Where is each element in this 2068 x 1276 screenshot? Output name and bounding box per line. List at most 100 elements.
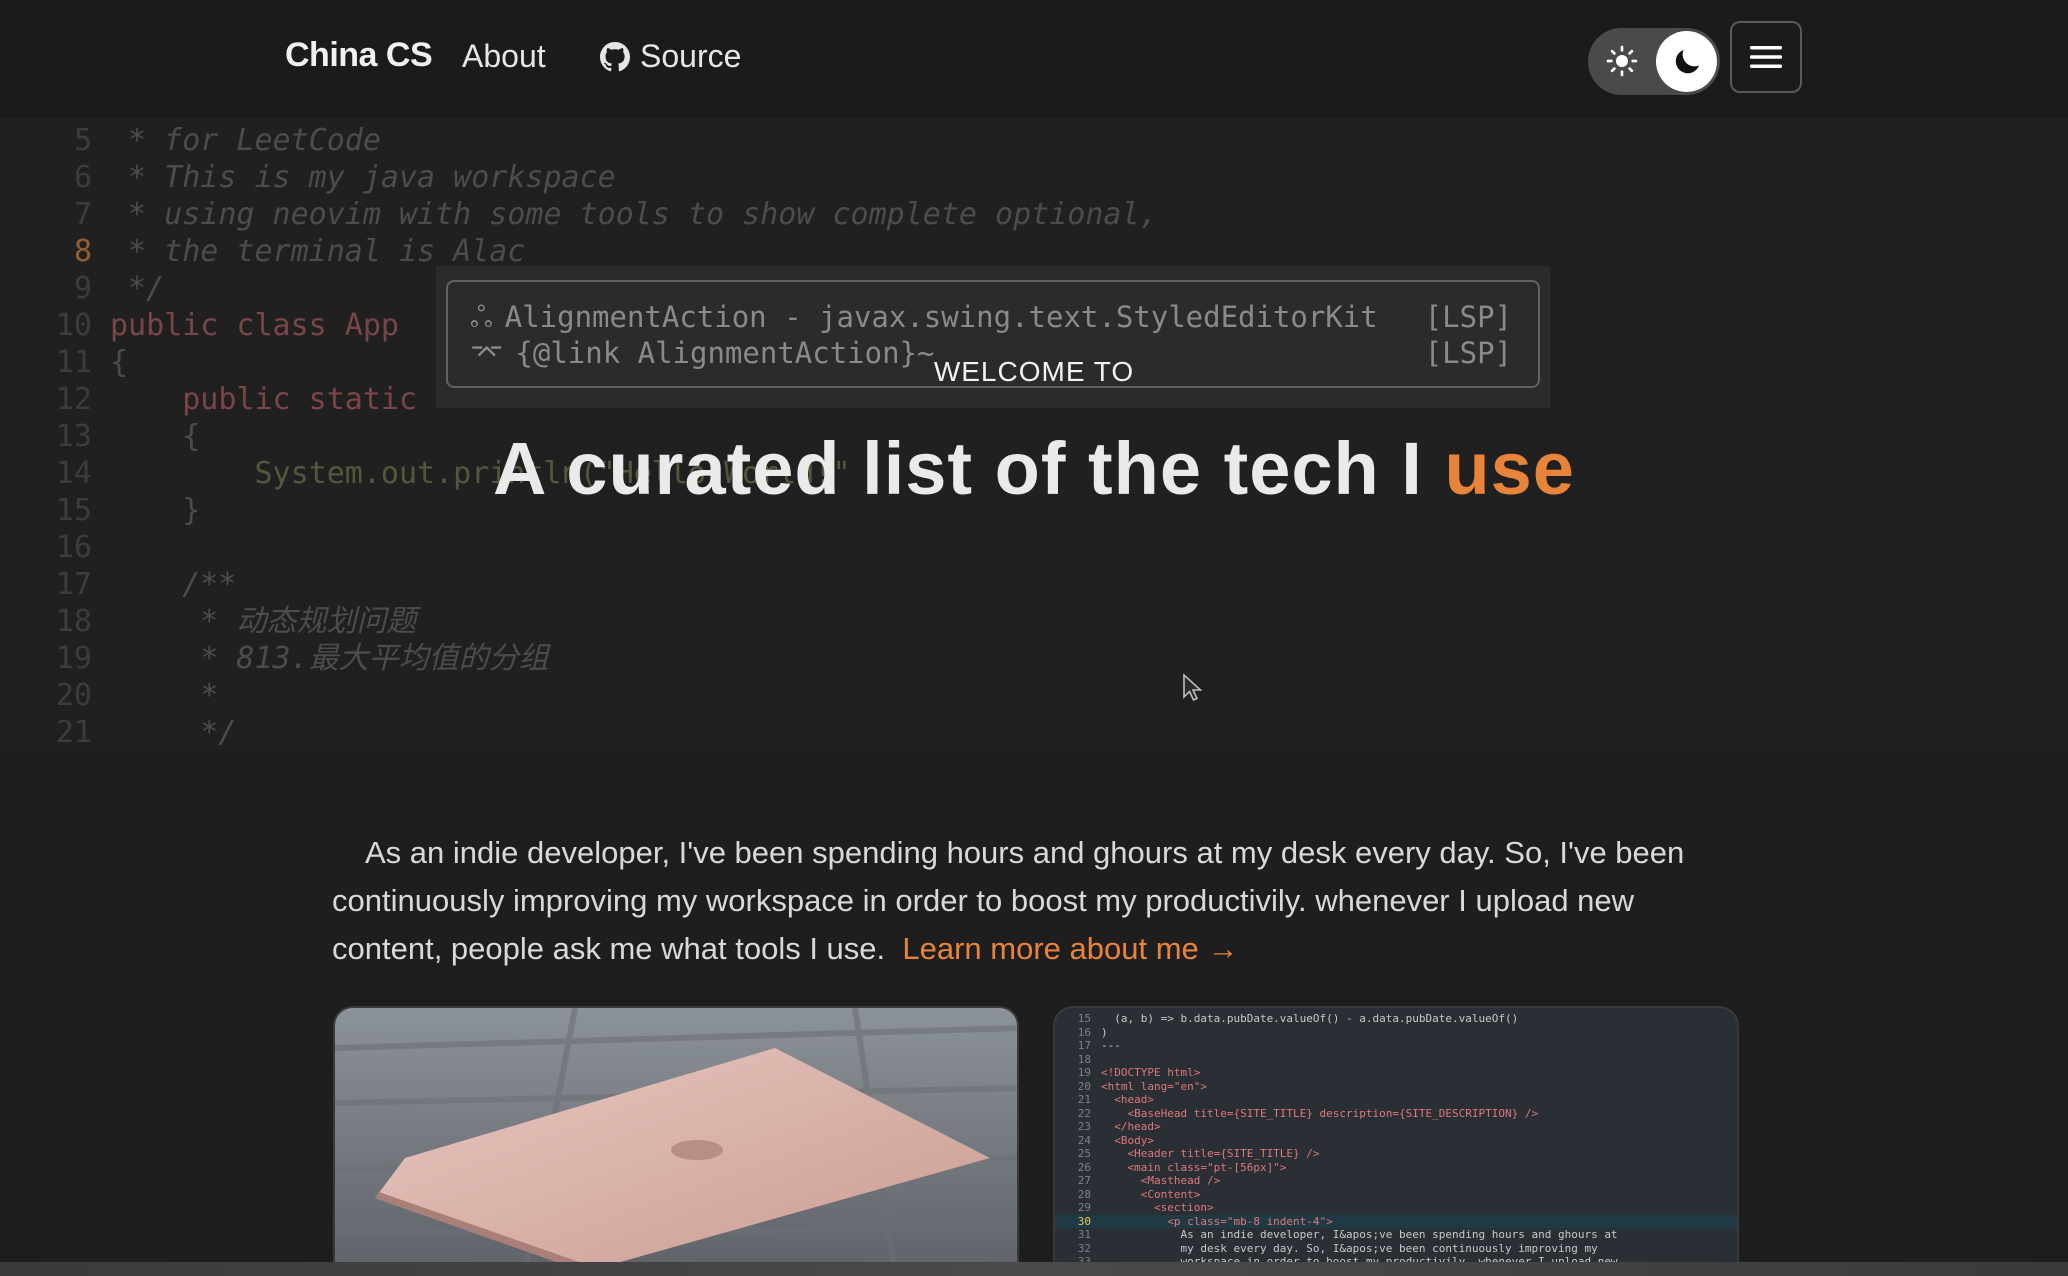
code-card-line: 18 bbox=[1055, 1053, 1737, 1067]
editor-line-text: /** bbox=[110, 567, 237, 602]
editor-line-number: 6 bbox=[73, 160, 92, 195]
editor-line-text: * 813.最大平均值的分组 bbox=[110, 641, 549, 676]
theme-toggle-knob[interactable] bbox=[1656, 31, 1717, 92]
code-card-line-number: 17 bbox=[1077, 1039, 1091, 1052]
github-icon bbox=[600, 41, 630, 71]
editor-line-text: */ bbox=[110, 271, 165, 306]
code-card-line-number: 21 bbox=[1077, 1093, 1091, 1106]
code-card-line: 23 </head> bbox=[1055, 1120, 1737, 1134]
laptop-photo bbox=[335, 1008, 1017, 1268]
code-card-line-text: <Header title={SITE_TITLE} /> bbox=[1101, 1147, 1320, 1160]
code-card-line-text: <p class="mb-8 indent-4"> bbox=[1101, 1214, 1333, 1228]
code-card-line-number: 29 bbox=[1077, 1201, 1091, 1214]
hamburger-menu-icon bbox=[1750, 46, 1782, 68]
editor-line-text: public class App bbox=[110, 308, 399, 343]
laptop-photo-card[interactable] bbox=[333, 1006, 1019, 1270]
window-bottom-edge bbox=[0, 1262, 2068, 1276]
code-card-line: 25 <Header title={SITE_TITLE} /> bbox=[1055, 1147, 1737, 1161]
code-card-line: 22 <BaseHead title={SITE_TITLE} descript… bbox=[1055, 1107, 1737, 1121]
hero-section: 5 * for LeetCode 6 * This is my java work… bbox=[0, 118, 2068, 750]
top-nav: China CS About Source bbox=[0, 0, 2068, 118]
code-card-line-text: <!DOCTYPE html> bbox=[1101, 1066, 1201, 1079]
editor-line-number: 9 bbox=[73, 271, 92, 306]
editor-line-text: * the terminal is Alac bbox=[110, 234, 526, 269]
code-card-line-number: 15 bbox=[1077, 1012, 1091, 1025]
code-card-line-text: my desk every day. So, I&apos;ve been co… bbox=[1101, 1241, 1598, 1255]
editor-line-number: 18 bbox=[55, 604, 92, 639]
code-card-line-text: --- bbox=[1101, 1039, 1121, 1052]
code-card-line-number: 30 bbox=[1077, 1214, 1091, 1228]
editor-line-number: 8 bbox=[73, 234, 92, 269]
editor-line-text: * bbox=[110, 678, 219, 713]
brand-logo-link[interactable]: China CS bbox=[285, 36, 433, 75]
code-card-line: 30 <p class="mb-8 indent-4"> bbox=[1055, 1214, 1737, 1228]
hero-headline: A curated list of the tech I use bbox=[0, 426, 2068, 511]
code-card-line-number: 31 bbox=[1077, 1228, 1091, 1241]
sun-icon bbox=[1606, 45, 1638, 77]
editor-line-text: * 动态规划问题 bbox=[110, 604, 417, 639]
learn-more-link[interactable]: Learn more about me → bbox=[902, 931, 1238, 966]
code-card-line: 32 my desk every day. So, I&apos;ve been… bbox=[1055, 1242, 1737, 1256]
code-card-line: 28 <Content> bbox=[1055, 1188, 1737, 1202]
code-card-line-number: 26 bbox=[1077, 1160, 1091, 1174]
nav-about-link[interactable]: About bbox=[462, 38, 546, 75]
editor-line-number: 7 bbox=[73, 197, 92, 232]
code-card-line-text: </head> bbox=[1101, 1120, 1161, 1133]
theme-toggle[interactable] bbox=[1588, 28, 1720, 95]
code-card-line-number: 16 bbox=[1077, 1025, 1091, 1039]
completion-item[interactable]: ஃ AlignmentAction - javax.swing.text.Styl… bbox=[470, 300, 1512, 336]
completion-item-text: AlignmentAction - javax.swing.text.Style… bbox=[504, 300, 1378, 334]
code-card-line-number: 28 bbox=[1077, 1187, 1091, 1201]
editor-line-number: 10 bbox=[55, 308, 92, 343]
intro-paragraph: As an indie developer, I've been spendin… bbox=[332, 829, 1732, 973]
editor-line-text: * This is my java workspace bbox=[110, 160, 616, 195]
code-card-line-text: ) bbox=[1101, 1025, 1108, 1039]
moon-icon bbox=[1675, 49, 1699, 73]
code-card-line-number: 18 bbox=[1077, 1052, 1091, 1066]
editor-line-text: * for LeetCode bbox=[110, 123, 381, 158]
code-card-line: 16) bbox=[1055, 1026, 1737, 1040]
code-card-line-number: 22 bbox=[1077, 1106, 1091, 1120]
code-card-line: 21 <head> bbox=[1055, 1093, 1737, 1107]
nav-source-link[interactable]: Source bbox=[600, 38, 741, 75]
code-card-line-text: <BaseHead title={SITE_TITLE} description… bbox=[1101, 1106, 1539, 1120]
welcome-label: WELCOME TO bbox=[933, 356, 1135, 387]
editor-line-text: */ bbox=[110, 715, 237, 750]
code-card-line: 27 <Masthead /> bbox=[1055, 1174, 1737, 1188]
code-screenshot-card[interactable]: 15 (a, b) => b.data.pubDate.valueOf() - … bbox=[1053, 1006, 1739, 1270]
code-card-line: 24 <Body> bbox=[1055, 1134, 1737, 1148]
code-card-line: 20 <html lang="en"> bbox=[1055, 1080, 1737, 1094]
code-card-line-number: 23 bbox=[1077, 1120, 1091, 1133]
editor-line-number: 19 bbox=[55, 641, 92, 676]
editor-line-number: 17 bbox=[55, 567, 92, 602]
code-card-line-number: 24 bbox=[1077, 1133, 1091, 1147]
code-card-line-text: <html lang="en"> bbox=[1101, 1079, 1207, 1093]
hero-headline-accent: use bbox=[1444, 427, 1575, 510]
code-card-line-text: <section> bbox=[1101, 1201, 1214, 1214]
editor-line-number: 16 bbox=[55, 530, 92, 565]
hero-headline-text: A curated list of the tech I bbox=[493, 427, 1423, 510]
editor-line-number: 5 bbox=[73, 123, 92, 158]
code-card-line: 17 --- bbox=[1055, 1039, 1737, 1053]
code-card-line-number: 25 bbox=[1077, 1147, 1091, 1160]
code-card-line-text: As an indie developer, I&apos;ve been sp… bbox=[1101, 1228, 1618, 1241]
code-card-line-number: 32 bbox=[1077, 1241, 1091, 1255]
editor-line-number: 21 bbox=[55, 715, 92, 750]
code-card-line: 31 As an indie developer, I&apos;ve been… bbox=[1055, 1228, 1737, 1242]
menu-button[interactable] bbox=[1730, 21, 1802, 93]
code-card-line-number: 27 bbox=[1077, 1174, 1091, 1187]
code-card-line-text: <Content> bbox=[1101, 1187, 1201, 1201]
completion-kind-icon: ஃ bbox=[470, 300, 493, 334]
code-card-line: 19 <!DOCTYPE html> bbox=[1055, 1066, 1737, 1080]
nav-source-label: Source bbox=[640, 38, 742, 74]
code-card-line-number: 19 bbox=[1077, 1066, 1091, 1079]
code-card-line-text: <Body> bbox=[1101, 1133, 1154, 1147]
completion-source-tag: [LSP] bbox=[1424, 300, 1512, 334]
code-card-line: 29 <section> bbox=[1055, 1201, 1737, 1215]
editor-line-text: * using neovim with some tools to show c… bbox=[110, 197, 1158, 232]
code-card-line-text: <head> bbox=[1101, 1093, 1154, 1106]
code-card-line: 15 (a, b) => b.data.pubDate.valueOf() - … bbox=[1055, 1012, 1737, 1026]
editor-line-number: 20 bbox=[55, 678, 92, 713]
code-card-line-text: <main class="pt-[56px]"> bbox=[1101, 1160, 1287, 1174]
code-card-line: 26 <main class="pt-[56px]"> bbox=[1055, 1161, 1737, 1175]
